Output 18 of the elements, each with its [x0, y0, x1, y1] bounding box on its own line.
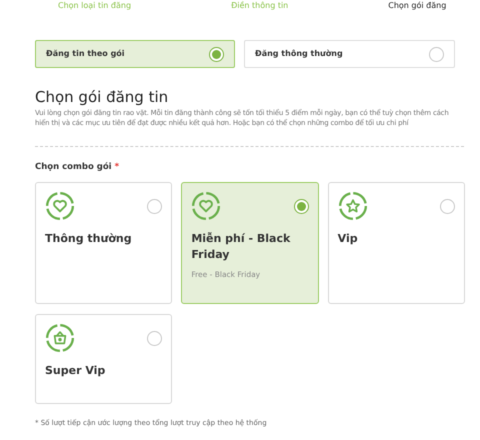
basket-icon	[45, 322, 75, 353]
required-mark: *	[114, 161, 120, 174]
radio-button[interactable]	[440, 198, 455, 214]
radio-button[interactable]	[147, 330, 162, 346]
combo-label: Chọn combo gói	[35, 161, 112, 174]
package-card[interactable]: Thông thường	[35, 182, 172, 304]
package-name: Miễn phí - Black Friday	[191, 230, 292, 263]
step-label[interactable]: Chọn gói đăng	[388, 0, 446, 11]
package-card[interactable]: Super Vip	[35, 314, 172, 404]
package-name: Super Vip	[45, 362, 106, 379]
radio-button[interactable]	[294, 198, 309, 214]
post-type-option[interactable]: Đăng tin theo gói	[35, 40, 235, 68]
package-name: Vip	[338, 230, 359, 247]
radio-button[interactable]	[147, 198, 162, 214]
section-title: Chọn gói đăng tin	[35, 88, 170, 106]
package-card[interactable]: Vip	[328, 182, 465, 304]
package-name: Thông thường	[45, 230, 133, 247]
post-type-option[interactable]: Đăng thông thường	[244, 40, 455, 68]
